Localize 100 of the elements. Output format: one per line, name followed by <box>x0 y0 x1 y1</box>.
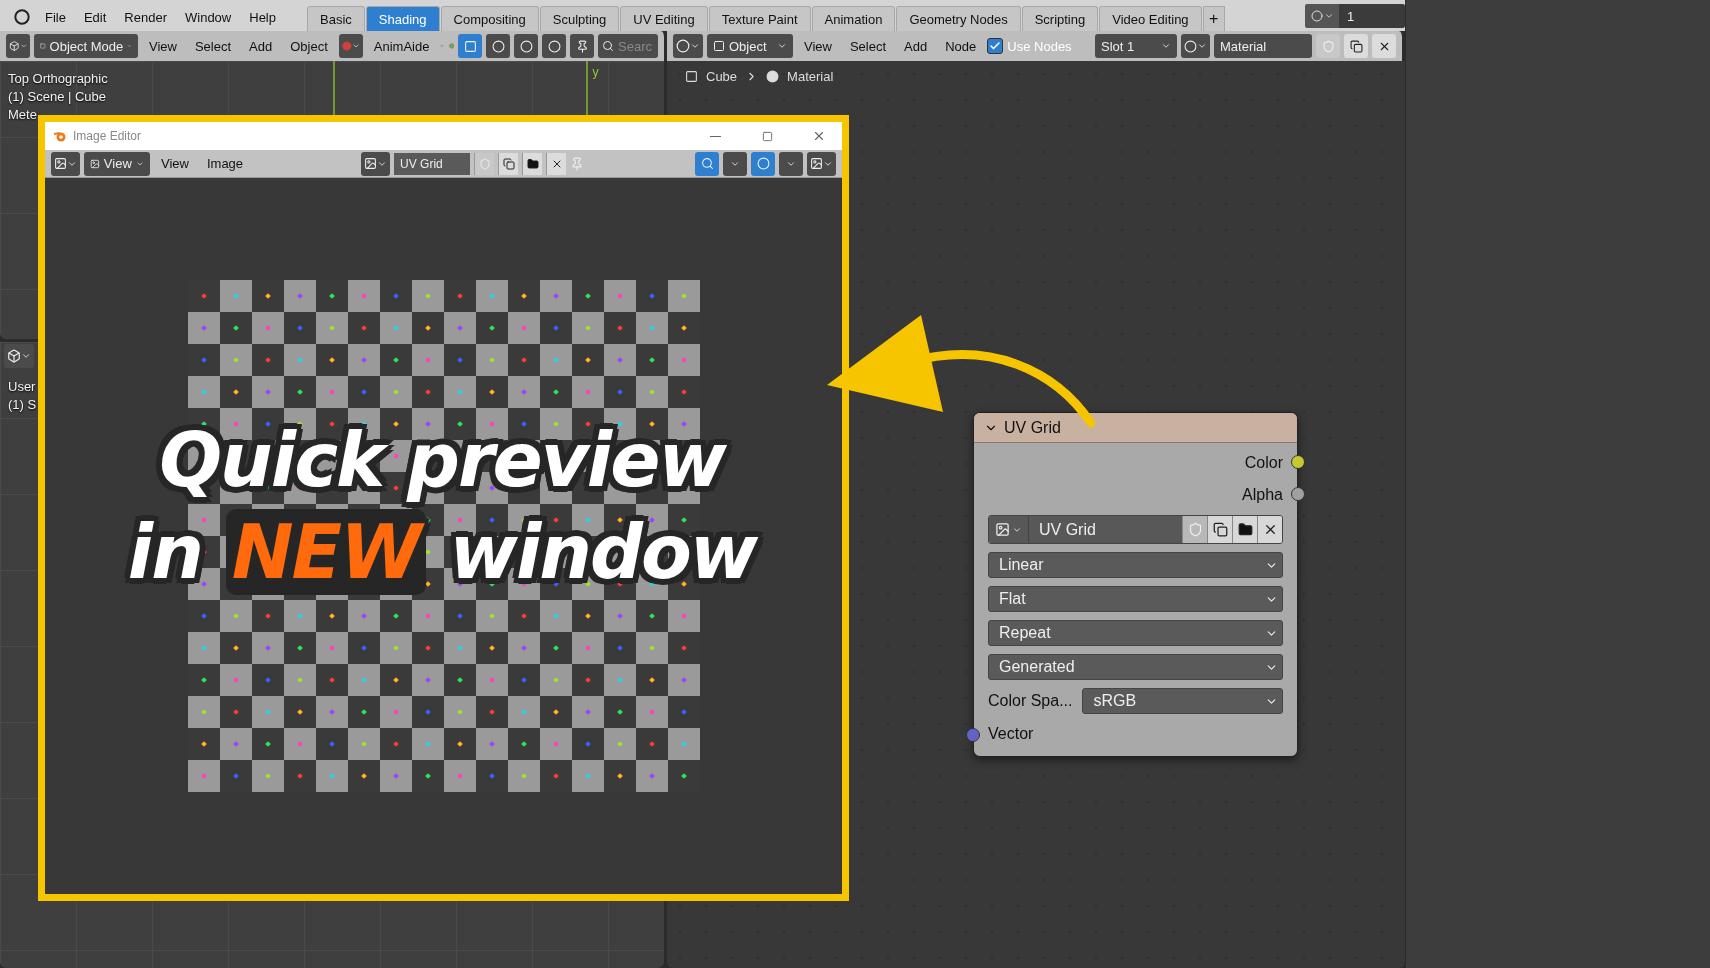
editor-type-button[interactable] <box>673 34 703 58</box>
addon-menu[interactable]: AnimAide <box>366 38 437 54</box>
close-icon <box>812 129 826 143</box>
viewport-info-text: Top Orthographic <box>8 71 108 86</box>
viewport-info-text: (1) S <box>8 397 37 412</box>
sphere-dropdown-button[interactable] <box>338 34 363 58</box>
minimize-icon <box>709 135 721 137</box>
open-folder-button[interactable] <box>522 152 543 175</box>
menu-item[interactable]: Help <box>240 3 285 31</box>
cube-icon <box>9 39 20 53</box>
pin-button[interactable] <box>570 34 595 58</box>
workspace-tab[interactable]: Sculpting <box>539 6 620 31</box>
material-field[interactable]: Material <box>1214 34 1312 58</box>
node-dropdown[interactable]: Repeat <box>988 620 1283 646</box>
chevron-icon <box>1197 41 1207 51</box>
circle-icon <box>1310 10 1323 22</box>
header-menu[interactable]: Object <box>283 38 335 54</box>
menu-item[interactable]: Edit <box>74 3 116 31</box>
close-button[interactable] <box>1372 34 1396 58</box>
menu-item[interactable]: Render <box>115 3 176 31</box>
scene-field[interactable]: 1 <box>1339 4 1405 28</box>
circle-icon <box>14 9 30 25</box>
display-channels-button[interactable] <box>807 151 836 176</box>
editor-type-button[interactable] <box>4 344 34 368</box>
image-name-field[interactable]: UV Grid <box>394 152 471 175</box>
add-workspace-button[interactable]: + <box>1202 6 1225 31</box>
workspace-tab[interactable]: Texture Paint <box>708 6 811 31</box>
caption-text: in NEW window <box>127 507 757 597</box>
workspace-tab[interactable]: Animation <box>811 6 896 31</box>
workspace-tab[interactable]: Video Editing <box>1099 6 1202 31</box>
window-title: Image Editor <box>73 129 142 143</box>
shield-icon <box>478 157 491 170</box>
node-dropdown[interactable]: Flat <box>988 586 1283 612</box>
chevron-icon <box>1323 11 1334 21</box>
sphere-button[interactable] <box>542 34 567 58</box>
caption-text: Quick preview <box>159 416 725 505</box>
use-nodes-checkbox[interactable] <box>987 38 1004 54</box>
chevron-dropdown-button[interactable] <box>779 151 803 176</box>
image-icon <box>364 157 378 170</box>
copy-icon <box>502 157 515 170</box>
image-icon <box>54 157 67 170</box>
select-box-button[interactable] <box>458 34 483 58</box>
editor-type-button[interactable] <box>6 34 30 58</box>
object-dropdown[interactable]: Object <box>707 34 793 58</box>
copy-button[interactable] <box>1344 34 1368 58</box>
header-menu[interactable]: Select <box>187 38 239 54</box>
node-dropdown[interactable]: Generated <box>988 654 1283 680</box>
overlay-toggle-button[interactable] <box>751 151 775 176</box>
color-space-dropdown[interactable]: sRGB <box>1082 688 1283 714</box>
header-menu[interactable]: Node <box>938 38 984 54</box>
view-mode-dropdown[interactable]: View <box>84 151 150 176</box>
editor-type-button[interactable] <box>51 151 80 176</box>
checkbox-label: Use Nodes <box>1007 38 1072 54</box>
image-browse-button[interactable] <box>361 151 391 176</box>
sphere-button[interactable] <box>514 34 539 58</box>
workspace-tab[interactable]: Shading <box>365 6 440 31</box>
header-menu[interactable]: Select <box>842 38 894 54</box>
scene-selector-button[interactable] <box>1305 4 1339 28</box>
workspace-tab[interactable]: Scripting <box>1021 6 1099 31</box>
header-menu[interactable]: Add <box>242 38 280 54</box>
color-space-label: Color Spa... <box>988 692 1073 710</box>
header-menu[interactable]: View <box>142 38 184 54</box>
square-icon <box>463 39 477 53</box>
mode-dropdown[interactable]: Object Mode <box>34 34 138 58</box>
sphere-icon <box>519 39 533 53</box>
gizmo-toggle-button[interactable] <box>695 151 719 176</box>
node-dropdown[interactable]: Linear <box>988 552 1283 578</box>
workspace-tab[interactable]: Geometry Nodes <box>896 6 1021 31</box>
workspace-tab[interactable]: Compositing <box>440 6 539 31</box>
circle-icon <box>756 157 770 170</box>
sphere-icon <box>547 39 561 53</box>
close-button[interactable] <box>546 152 567 175</box>
header-menu[interactable]: View <box>154 156 196 171</box>
breadcrumb-item: Cube <box>706 69 738 84</box>
slot-dropdown[interactable]: Slot 1 <box>1095 34 1177 58</box>
image-icon <box>810 157 823 170</box>
chevron-dropdown-button[interactable] <box>723 151 747 176</box>
chevron-icon <box>21 351 31 361</box>
material-browse-button[interactable] <box>1181 34 1210 58</box>
header-menu[interactable]: Add <box>897 38 935 54</box>
output-socket[interactable] <box>1291 487 1305 501</box>
socket-label: Alpha <box>1242 486 1283 504</box>
socket-label: Color <box>1244 454 1283 472</box>
breadcrumb-item: Material <box>787 69 834 84</box>
copy-icon <box>1349 39 1363 53</box>
folder-icon <box>526 157 539 170</box>
check-icon <box>989 40 1002 52</box>
sphere-button[interactable] <box>486 34 511 58</box>
sphere-icon <box>341 40 352 52</box>
image-icon <box>90 157 100 170</box>
workspace-tab[interactable]: Basic <box>307 6 365 31</box>
header-menu[interactable]: View <box>797 38 839 54</box>
output-socket[interactable] <box>1291 455 1305 469</box>
menu-item[interactable]: Window <box>176 3 241 31</box>
sphere-icon <box>491 39 505 53</box>
workspace-tab[interactable]: UV Editing <box>620 6 708 31</box>
menu-item[interactable]: File <box>36 3 75 31</box>
input-socket[interactable] <box>966 728 980 742</box>
circle-icon <box>676 39 690 53</box>
header-menu[interactable]: Image <box>199 156 251 171</box>
